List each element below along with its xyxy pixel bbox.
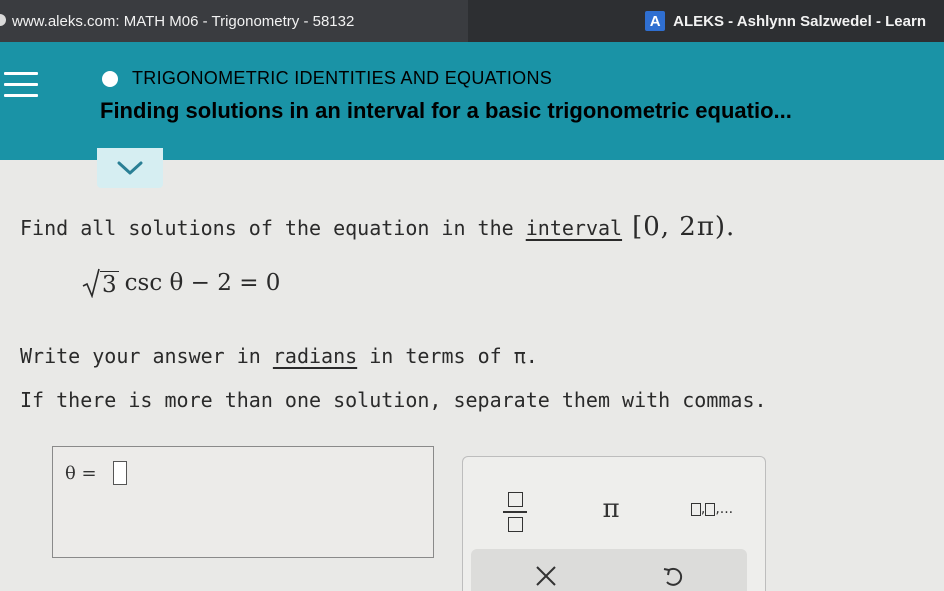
fraction-bar-icon [503, 511, 527, 513]
interval-expression: [0, 2π). [632, 212, 736, 242]
hamburger-menu-icon[interactable] [4, 72, 38, 100]
fraction-numerator-icon [507, 492, 523, 507]
instruction-text: Write your answer in [20, 344, 273, 368]
radicand: 3 [100, 271, 119, 298]
equation-rest: csc θ − 2 = 0 [124, 270, 281, 296]
lesson-title: Finding solutions in an interval for a b… [100, 98, 792, 123]
list-box-icon [690, 502, 701, 516]
radical-sign-icon [82, 268, 100, 298]
aleks-logo-icon: A [645, 11, 666, 31]
window-control-icon[interactable] [0, 14, 6, 26]
fraction-denominator-icon [507, 517, 523, 532]
app-title-segment: A ALEKS - Ashlynn Salzwedel - Learn [468, 0, 944, 42]
fraction-button[interactable] [495, 485, 535, 539]
url-text: www.aleks.com: MATH M06 - Trigonometry -… [12, 12, 355, 30]
topic-circle-icon [102, 70, 118, 87]
clear-button[interactable] [531, 561, 561, 591]
topic-row: TRIGONOMETRIC IDENTITIES AND EQUATIONS [102, 68, 552, 89]
list-suffix: ,... [715, 501, 734, 517]
problem-content: Find all solutions of the equation in th… [0, 160, 944, 591]
close-icon [536, 566, 556, 586]
app-title: ALEKS - Ashlynn Salzwedel - Learn [673, 12, 926, 30]
equation: 3 csc θ − 2 = 0 [82, 268, 280, 298]
undo-button[interactable] [659, 563, 687, 591]
window-title-bar: www.aleks.com: MATH M06 - Trigonometry -… [0, 0, 944, 42]
problem-prompt: Find all solutions of the equation in th… [20, 212, 735, 242]
theta-label: θ = [65, 462, 97, 484]
radians-link[interactable]: radians [273, 344, 357, 368]
square-root: 3 [82, 268, 119, 298]
pi-button[interactable]: π [591, 489, 631, 529]
topic-title: TRIGONOMETRIC IDENTITIES AND EQUATIONS [132, 68, 553, 88]
list-button[interactable]: ,,... [671, 491, 753, 527]
answer-input[interactable] [112, 461, 127, 485]
interval-link[interactable]: interval [526, 216, 622, 240]
browser-url-segment: www.aleks.com: MATH M06 - Trigonometry -… [0, 0, 468, 42]
prompt-text: Find all solutions of the equation in th… [20, 216, 526, 240]
toolbar-action-row [471, 549, 747, 591]
list-box-icon [705, 502, 716, 516]
undo-icon [663, 567, 683, 586]
answer-area[interactable]: θ = [52, 446, 434, 558]
math-toolbar: π ,,... [462, 456, 766, 591]
answer-row: θ = [65, 461, 127, 485]
instruction-line-1: Write your answer in radians in terms of… [20, 344, 538, 368]
instruction-line-2: If there is more than one solution, sepa… [20, 388, 767, 412]
instruction-text-end: in terms of π. [357, 344, 538, 368]
